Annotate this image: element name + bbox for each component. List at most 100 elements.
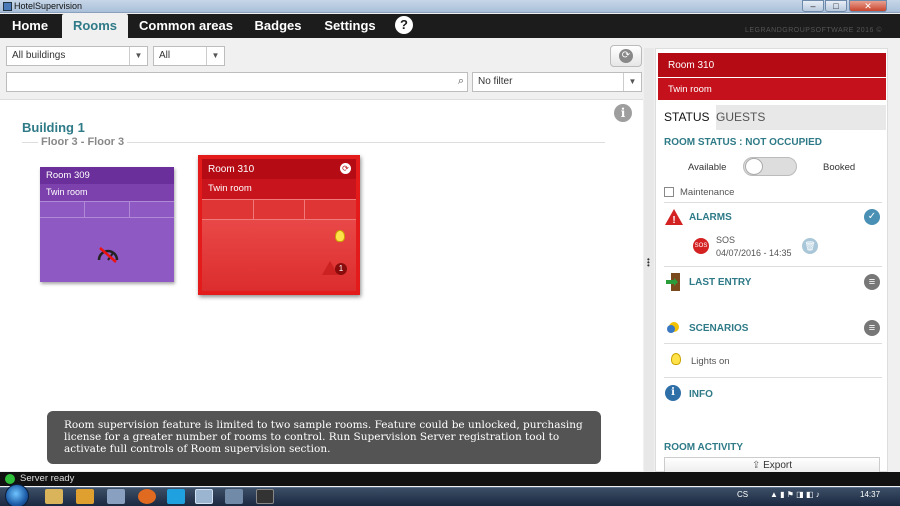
floor-title: Floor 3 - Floor 3 <box>38 136 128 148</box>
export-button[interactable]: ⇪ Export <box>664 457 880 473</box>
tab-rooms[interactable]: Rooms <box>62 14 128 38</box>
tab-home[interactable]: Home <box>0 14 60 38</box>
lights-on-label: Lights on <box>691 356 730 367</box>
tab-guests[interactable]: GUESTS <box>710 105 771 130</box>
building-select[interactable]: All buildings ▼ <box>6 46 148 66</box>
server-status-icon <box>5 474 15 484</box>
divider <box>664 343 882 344</box>
maintenance-checkbox[interactable] <box>664 187 674 197</box>
alarm-time: 04/07/2016 - 14:35 <box>716 248 792 258</box>
no-connection-icon <box>97 247 119 263</box>
chevron-down-icon: ▼ <box>206 47 224 65</box>
export-icon: ⇪ <box>751 460 764 471</box>
info-circle-icon: i <box>665 385 681 401</box>
license-notice: Room supervision feature is limited to t… <box>47 411 601 464</box>
app-icon <box>3 2 12 11</box>
filter-select-value: No filter <box>478 76 513 87</box>
start-button[interactable] <box>5 484 29 506</box>
divider <box>664 202 882 203</box>
divider <box>664 377 882 378</box>
room-name: Room 310 <box>208 164 255 175</box>
svg-text:!: ! <box>672 215 675 226</box>
close-button[interactable]: ✕ <box>849 0 887 12</box>
skype-icon[interactable] <box>167 489 185 504</box>
maximize-button[interactable]: □ <box>825 0 847 12</box>
tab-settings[interactable]: Settings <box>316 14 384 38</box>
maintenance-label: Maintenance <box>680 187 735 198</box>
lightbulb-icon <box>335 230 345 242</box>
check-icon[interactable]: ✓ <box>864 209 880 225</box>
search-input[interactable]: ⌕ <box>6 72 468 92</box>
toggle-available-label: Available <box>688 162 727 173</box>
floor-select[interactable]: All ▼ <box>153 46 225 66</box>
status-bar: Server ready <box>0 472 900 486</box>
alarms-title: ALARMS <box>689 212 732 223</box>
room-body <box>97 247 119 263</box>
refresh-button[interactable]: ⟳ <box>610 45 642 67</box>
help-icon[interactable]: ? <box>395 16 413 34</box>
detail-tabs: STATUS GUESTS <box>658 105 886 130</box>
booking-toggle[interactable] <box>743 157 797 176</box>
room-type: Twin room <box>40 184 174 201</box>
app-icon-3[interactable] <box>107 489 125 504</box>
toggle-knob <box>745 158 763 175</box>
media-icon[interactable] <box>76 489 94 504</box>
app-icon-7[interactable] <box>225 489 243 504</box>
scenarios-title: SCENARIOS <box>689 323 749 334</box>
export-label: Export <box>763 460 793 471</box>
menu-icon[interactable]: ≡ <box>864 320 880 336</box>
info-icon[interactable]: i <box>614 104 632 122</box>
tray-icons[interactable]: ▲ ▮ ⚑ ◨ ◧ ♪ <box>770 490 820 499</box>
status-text: Server ready <box>20 473 75 484</box>
alarm-warning-icon: ! <box>665 209 683 226</box>
room-activity-title: ROOM ACTIVITY <box>664 442 744 453</box>
app-icon-8[interactable] <box>256 489 274 504</box>
building-select-value: All buildings <box>12 50 66 61</box>
room-header: Room 310 ⟳ <box>202 159 356 179</box>
explorer-icon[interactable] <box>45 489 63 504</box>
detail-room-name: Room 310 <box>658 53 886 77</box>
clock[interactable]: 14:37 <box>860 490 880 499</box>
sync-icon: ⟳ <box>340 163 351 174</box>
hotel-supervision-icon[interactable] <box>195 489 213 504</box>
room-card-309[interactable]: Room 309 Twin room <box>40 167 174 282</box>
language-indicator[interactable]: CS <box>737 490 748 499</box>
floor-select-value: All <box>159 50 171 61</box>
trash-icon[interactable]: 🗑 <box>802 238 818 254</box>
building-title: Building 1 <box>22 120 85 135</box>
refresh-icon: ⟳ <box>619 49 633 63</box>
alarm-label: SOS <box>716 235 736 245</box>
room-name: Room 309 <box>40 167 174 184</box>
panel-splitter[interactable]: • • • <box>644 48 654 473</box>
scenarios-icon <box>667 322 679 333</box>
room-body: 1 <box>202 220 356 291</box>
minimize-button[interactable]: – <box>802 0 824 12</box>
chevron-down-icon: ▼ <box>623 73 641 91</box>
info-title: INFO <box>689 389 713 400</box>
divider <box>664 266 882 267</box>
main-nav: Home Rooms Common areas Badges Settings … <box>0 14 900 38</box>
tab-badges[interactable]: Badges <box>246 14 310 38</box>
toggle-booked-label: Booked <box>823 162 856 173</box>
last-entry-title: LAST ENTRY <box>689 277 752 288</box>
chevron-down-icon: ▼ <box>129 47 147 65</box>
grip-icon: • • • <box>647 255 650 270</box>
menu-icon[interactable]: ≡ <box>864 274 880 290</box>
room-indicators <box>202 199 356 220</box>
tab-status[interactable]: STATUS <box>658 105 716 130</box>
search-icon[interactable]: ⌕ <box>458 75 464 88</box>
detail-room-type: Twin room <box>658 78 886 100</box>
window-title: HotelSupervision <box>14 1 83 11</box>
brand-text: LEGRANDGROUPSOFTWARE 2016 © <box>744 27 882 34</box>
os-taskbar <box>0 487 900 506</box>
window-titlebar: HotelSupervision – □ ✕ <box>0 0 900 13</box>
sos-badge: SOS <box>693 238 709 254</box>
firefox-icon[interactable] <box>138 489 156 504</box>
tab-common-areas[interactable]: Common areas <box>132 14 240 38</box>
alarm-count-badge: 1 <box>335 263 347 275</box>
room-card-310[interactable]: Room 310 ⟳ Twin room 1 <box>198 155 360 295</box>
lightbulb-icon <box>671 353 681 365</box>
filter-select[interactable]: No filter ▼ <box>472 72 642 92</box>
room-status: ROOM STATUS : NOT OCCUPIED <box>664 137 822 148</box>
door-icon <box>666 273 680 291</box>
